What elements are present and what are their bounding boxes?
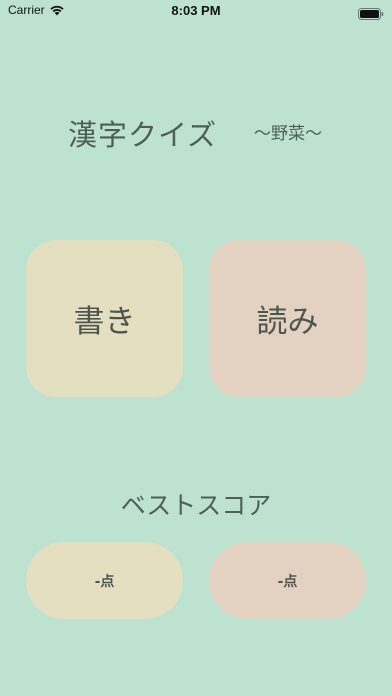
status-bar: Carrier 8:03 PM <box>0 0 392 24</box>
write-best-score-value: -点 <box>94 573 115 590</box>
read-best-score-value: -点 <box>277 573 298 590</box>
read-best-score: -点 <box>209 542 366 619</box>
battery-icon <box>358 5 384 20</box>
category-subtitle: 〜野菜〜 <box>254 124 322 144</box>
app-title: 漢字クイズ <box>68 118 218 152</box>
read-mode-button[interactable]: 読み <box>209 240 366 397</box>
best-score-heading: ベストスコア <box>120 491 272 520</box>
status-time: 8:03 PM <box>171 3 221 18</box>
write-mode-label: 書き <box>73 304 136 340</box>
write-best-score: -点 <box>26 542 183 619</box>
write-mode-button[interactable]: 書き <box>26 240 183 397</box>
read-mode-label: 読み <box>256 304 319 340</box>
